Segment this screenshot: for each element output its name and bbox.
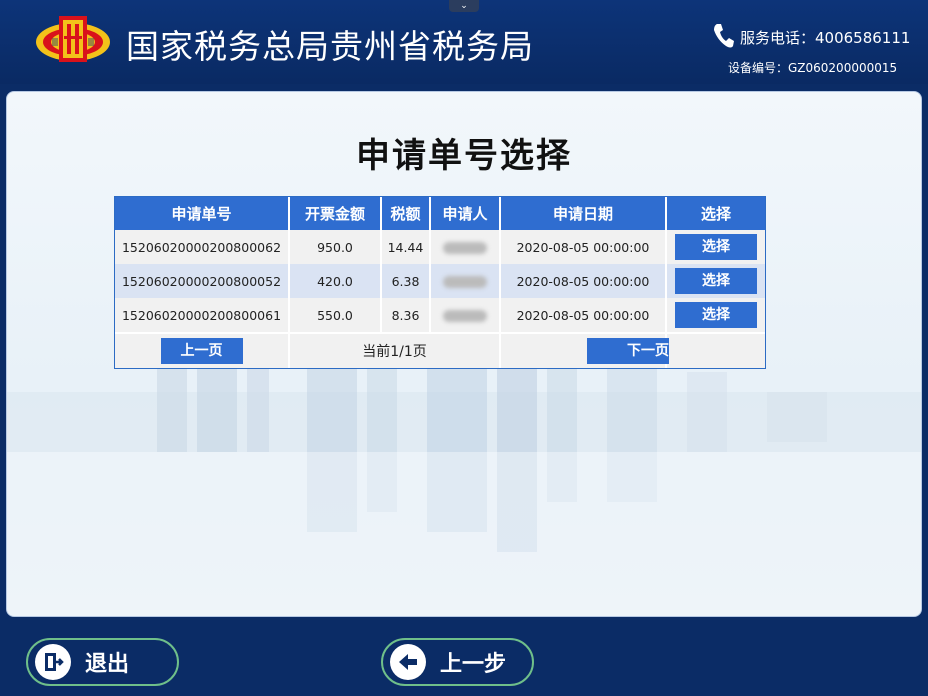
cell-select: 选择 [666, 230, 765, 264]
cell-applicant-redacted [430, 298, 501, 333]
select-button[interactable]: 选择 [675, 234, 757, 260]
app-title: 国家税务总局贵州省税务局 [126, 27, 534, 66]
cell-amount: 420.0 [289, 264, 382, 298]
page-indicator: 当前1/1页 [362, 344, 427, 360]
tax-emblem-icon [36, 16, 110, 62]
cell-applicant-redacted [430, 230, 501, 264]
pagination-row: 上一页 当前1/1页 下一页 [115, 332, 765, 368]
cell-amount: 950.0 [289, 230, 382, 264]
footer-bar: 退出 上一步 [0, 623, 928, 696]
column-header-tax: 税额 [381, 197, 431, 230]
main-panel: 申请单号选择 申请单号 开票金额 税额 申请人 申请日期 选择 15206020… [6, 91, 922, 617]
collapse-handle[interactable]: ⌄ [449, 0, 479, 12]
cell-tax: 6.38 [381, 264, 431, 298]
header-bar: ⌄ 国家税务总局贵州省税务局 服务电话：4006586111 设备编号：GZ06… [0, 0, 928, 84]
redacted-name [443, 276, 487, 288]
cell-tax: 8.36 [381, 298, 431, 333]
select-button[interactable]: 选择 [675, 302, 757, 328]
cell-number: 15206020000200800052 [115, 264, 290, 298]
column-header-applicant: 申请人 [430, 197, 501, 230]
redacted-name [443, 242, 487, 254]
select-button[interactable]: 选择 [675, 268, 757, 294]
column-header-date: 申请日期 [500, 197, 667, 230]
column-header-number: 申请单号 [115, 197, 290, 230]
cell-tax: 14.44 [381, 230, 431, 264]
cell-date: 2020-08-05 00:00:00 [500, 230, 667, 264]
back-label: 上一步 [440, 652, 507, 677]
redacted-name [443, 310, 487, 322]
cell-select: 选择 [666, 264, 765, 298]
service-phone: 服务电话：4006586111 [740, 29, 911, 47]
table-row[interactable]: 15206020000200800062 950.0 14.44 2020-08… [115, 230, 765, 264]
table-row[interactable]: 15206020000200800052 420.0 6.38 2020-08-… [115, 264, 765, 298]
page-title: 申请单号选择 [356, 136, 572, 176]
phone-icon [714, 24, 734, 48]
exit-button[interactable]: 退出 [26, 638, 179, 686]
next-page-button[interactable]: 下一页 [587, 338, 669, 364]
exit-label: 退出 [85, 652, 130, 677]
cell-date: 2020-08-05 00:00:00 [500, 298, 667, 333]
table-header-row: 申请单号 开票金额 税额 申请人 申请日期 选择 [115, 197, 765, 230]
exit-door-icon [35, 644, 71, 680]
cell-applicant-redacted [430, 264, 501, 298]
column-header-amount: 开票金额 [289, 197, 382, 230]
device-number: 设备编号：GZ060200000015 [728, 61, 898, 75]
arrow-left-icon [390, 644, 426, 680]
prev-page-button[interactable]: 上一页 [160, 338, 243, 364]
cell-date: 2020-08-05 00:00:00 [500, 264, 667, 298]
cell-select: 选择 [666, 298, 765, 333]
table-row[interactable]: 15206020000200800061 550.0 8.36 2020-08-… [115, 298, 765, 333]
back-button[interactable]: 上一步 [381, 638, 534, 686]
cell-amount: 550.0 [289, 298, 382, 333]
cell-number: 15206020000200800061 [115, 298, 290, 333]
application-table: 申请单号 开票金额 税额 申请人 申请日期 选择 152060200002008… [114, 196, 766, 369]
cell-number: 15206020000200800062 [115, 230, 290, 264]
column-header-select: 选择 [666, 197, 765, 230]
